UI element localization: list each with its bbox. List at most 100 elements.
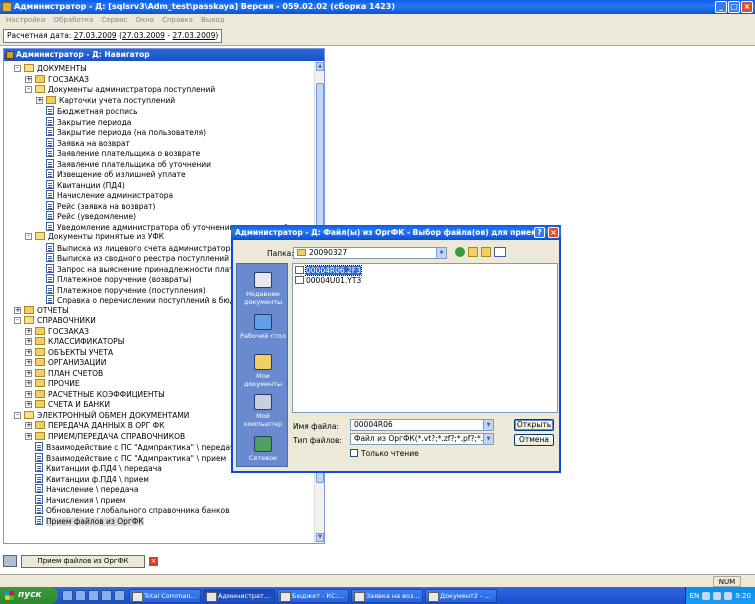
tree-leaf-item[interactable]: Платежное поручение (поступления) [46,284,206,295]
place-recent[interactable]: Недавние документы [237,272,289,306]
tree-folder-item[interactable]: + ПРОЧИЕ [25,379,80,389]
filename-input[interactable]: 00004R06 ▼ [350,419,494,431]
navigator-title-bar[interactable]: Администратор - Д: Навигатор [4,49,324,61]
expand-icon[interactable]: + [25,401,32,408]
range-from-date[interactable]: 27.03.2009 [122,31,165,40]
expand-icon[interactable]: + [25,390,32,398]
tree-leaf-item[interactable]: Рейс (уведомление) [46,211,136,221]
tree-leaf-item[interactable]: Рейс (заявка на возврат) [46,200,155,211]
expand-icon[interactable]: + [25,348,32,356]
tree-folder-item[interactable]: + ПЕРЕДАЧА ДАННЫХ В ОРГ ФК [25,421,164,431]
tree-leaf-item[interactable]: Заявление плательщика об уточнении [46,158,211,169]
expand-icon[interactable]: + [25,422,32,429]
back-icon[interactable] [455,247,465,257]
tree-folder-item[interactable]: + ПЛАН СЧЕТОВ [25,368,103,379]
tree-leaf-item[interactable]: Запрос на выяснение принадлежности плате… [46,263,250,274]
expand-icon[interactable]: + [25,338,32,345]
dialog-title-bar[interactable]: Администратор - Д: Файл(ы) из ОргФК - Вы… [231,225,561,240]
menu-help[interactable]: Справка [158,14,197,26]
tray-app-icon[interactable] [724,591,733,600]
tree-folder-item[interactable]: - СПРАВОЧНИКИ [14,316,96,326]
scroll-up-icon[interactable]: ▲ [316,62,324,71]
menu-exit[interactable]: Выход [197,14,229,26]
task-total-commander[interactable]: Total Comman... [129,588,201,603]
menu-processing[interactable]: Обработка [50,14,98,26]
window-list-icon[interactable] [3,555,17,567]
task-zayavka[interactable]: Заявка на воз... [351,588,423,603]
close-icon[interactable]: × [741,1,753,13]
file-list[interactable]: 00004R06.2F3 00004U01.YT3 [292,263,558,413]
tree-leaf-item[interactable]: Заявка на возврат [46,137,130,148]
expand-icon[interactable]: + [25,327,32,335]
collapse-icon[interactable]: - [14,65,21,72]
collapse-icon[interactable]: - [25,86,32,93]
tree-leaf-item[interactable]: Справка о перечислении поступлений в бюд… [46,295,257,305]
tree-folder-item[interactable]: + ОРГАНИЗАЦИИ [25,358,106,368]
quicklaunch-media-icon[interactable] [88,590,99,601]
tree-leaf-item[interactable]: Взаимодействие с ПС "Адмпрактика" \ прие… [35,452,226,463]
tree-folder-item[interactable]: + ГОСЗАКАЗ [25,74,89,85]
quicklaunch-desktop-icon[interactable] [62,590,73,601]
menu-settings[interactable]: Настройки [2,14,50,26]
tree-leaf-item[interactable]: Извещение об излишней уплате [46,169,186,179]
expand-icon[interactable]: + [25,369,32,377]
tree-folder-item[interactable]: - ДОКУМЕНТЫ [14,64,87,74]
tray-volume-icon[interactable] [702,591,711,600]
tree-leaf-item[interactable]: Квитанции ф.ПД4 \ передача [35,463,162,473]
checkbox-box[interactable] [350,449,358,457]
expand-icon[interactable]: + [25,359,32,366]
tree-leaf-item[interactable]: Начисления \ прием [35,494,125,505]
minimize-icon[interactable]: _ [715,1,727,13]
tree-folder-item[interactable]: - Документы администратора поступлений [25,85,215,95]
tree-folder-item[interactable]: + КЛАССИФИКАТОРЫ [25,337,124,347]
collapse-icon[interactable]: - [14,411,21,419]
place-my-documents[interactable]: Мои документы [237,354,289,388]
file-item[interactable]: 00004R06.2F3 [295,265,362,276]
tree-folder-item[interactable]: + Карточки учета поступлений [36,95,175,106]
tree-leaf-item[interactable]: Начисление администратора [46,190,173,200]
tree-folder-item[interactable]: + ПРИЕМ/ПЕРЕДАЧА СПРАВОЧНИКОВ [25,431,185,442]
up-folder-icon[interactable] [468,247,478,257]
readonly-checkbox[interactable]: Только чтение [350,449,419,458]
tree-folder-item[interactable]: + РАСЧЕТНЫЕ КОЭФФИЦИЕНТЫ [25,389,165,400]
tree-folder-item[interactable]: + ГОСЗАКАЗ [25,326,89,337]
maximize-icon[interactable]: □ [728,1,740,13]
place-network[interactable]: Сетевое [237,436,289,462]
calc-date-value[interactable]: 27.03.2009 [74,31,117,40]
tree-folder-item[interactable]: - Документы принятые из УФК [25,232,164,242]
quicklaunch-app2-icon[interactable] [114,590,125,601]
tree-leaf-item[interactable]: Начисление \ передача [35,484,138,494]
folder-combo[interactable]: 20090327 ▼ [293,247,447,259]
scroll-down-icon[interactable]: ▼ [316,533,324,542]
tree-leaf-item[interactable]: Квитанции (ПД4) [46,179,125,190]
task-administrator[interactable]: Администрат... [203,588,275,603]
window-tab-close-icon[interactable]: × [149,556,158,566]
clock[interactable]: 9:20 [735,592,751,600]
tree-leaf-item[interactable]: Заявление плательщика о возврате [46,148,200,158]
tree-leaf-item[interactable]: Прием файлов из ОргФК [35,515,144,526]
collapse-icon[interactable]: - [25,233,32,240]
expand-icon[interactable]: + [25,75,32,83]
tree-leaf-item[interactable]: Бюджетная роспись [46,106,138,116]
window-tab-button[interactable]: Прием файлов из ОргФК [21,554,145,568]
calc-date-box[interactable]: Расчетная дата: 27.03.2009 (27.03.2009 -… [3,29,223,43]
tree-leaf-item[interactable]: Квитанции ф.ПД4 \ прием [35,473,149,484]
menu-service[interactable]: Сервис [97,14,131,26]
tree-folder-item[interactable]: + ОТЧЕТЫ [14,305,69,316]
help-icon[interactable]: ? [534,227,545,238]
menu-windows[interactable]: Окна [131,14,158,26]
expand-icon[interactable]: + [36,96,43,104]
expand-icon[interactable]: + [25,380,32,387]
view-menu-icon[interactable] [494,247,506,257]
place-my-computer[interactable]: Мой компьютер [237,394,289,428]
filetype-select[interactable]: Файл из ОргФК(*.vt?;*.zf?;*.pf?;*.xe?;*.… [350,433,494,445]
chevron-down-icon[interactable]: ▼ [483,434,493,444]
task-document2[interactable]: Документ2 - ... [425,588,497,603]
chevron-down-icon[interactable]: ▼ [483,420,493,430]
dialog-close-icon[interactable]: × [548,227,559,238]
expand-icon[interactable]: + [25,432,32,440]
task-budget[interactable]: Бюджет - КС:... [277,588,349,603]
main-title-bar[interactable]: Администратор - Д: [sqlsrv3\Adm_test\pas… [0,0,755,14]
tree-folder-item[interactable]: - ЭЛЕКТРОННЫЙ ОБМЕН ДОКУМЕНТАМИ [14,410,189,421]
tray-network-icon[interactable] [713,591,722,600]
